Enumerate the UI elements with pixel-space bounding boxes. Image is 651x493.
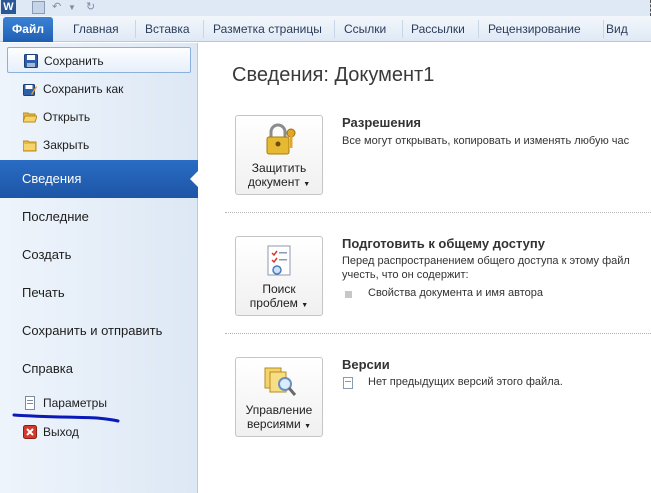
document-options-icon <box>25 396 35 410</box>
tab-separator <box>135 20 136 38</box>
prepare-sharing-section: Поиск проблем ▼ Подготовить к общему дос… <box>225 228 651 348</box>
nav-save-label: Сохранить <box>44 54 104 68</box>
tab-home[interactable]: Главная <box>73 16 119 42</box>
nav-new[interactable]: Создать <box>0 236 198 274</box>
check-for-issues-button[interactable]: Поиск проблем ▼ <box>235 236 323 316</box>
small-document-icon <box>343 377 353 389</box>
versions-text: Нет предыдущих версий этого файла. <box>368 376 563 388</box>
prepare-sharing-text1: Перед распространением общего доступа к … <box>342 255 630 267</box>
tab-page-layout[interactable]: Разметка страницы <box>213 16 322 42</box>
tab-insert[interactable]: Вставка <box>145 16 190 42</box>
padlock-key-icon <box>266 123 296 155</box>
red-x-icon <box>23 425 37 439</box>
word-app-icon[interactable]: W <box>1 0 16 14</box>
quick-access-toolbar: W ↶ ▼ ↻ <box>0 0 651 16</box>
undo-icon[interactable]: ↶ <box>52 1 61 14</box>
nav-recent[interactable]: Последние <box>0 198 198 236</box>
chevron-down-icon: ▼ <box>301 302 309 309</box>
nav-close[interactable]: Закрыть <box>7 132 191 158</box>
protect-document-line2: документ <box>247 175 300 189</box>
permissions-section: Защитить документ ▼ Разрешения Все могут… <box>225 107 651 227</box>
prepare-sharing-text2: учесть, что он содержит: <box>342 269 469 281</box>
versions-section: Управление версиями ▼ Версии Нет предыду… <box>225 349 651 469</box>
check-for-issues-line1: Поиск <box>262 282 296 296</box>
annotation-underline <box>12 413 120 423</box>
nav-save-as-label: Сохранить как <box>43 82 124 96</box>
protect-document-label: Защитить документ ▼ <box>236 161 322 192</box>
chevron-down-icon: ▼ <box>303 181 311 188</box>
permissions-text: Все могут открывать, копировать и изменя… <box>342 135 630 147</box>
floppy-disk-icon <box>24 54 38 68</box>
page-title: Сведения: Документ1 <box>232 64 435 86</box>
manage-versions-button[interactable]: Управление версиями ▼ <box>235 357 323 437</box>
prepare-sharing-heading: Подготовить к общему доступу <box>342 236 545 251</box>
tab-mailings[interactable]: Рассылки <box>411 16 465 42</box>
manage-versions-label: Управление версиями ▼ <box>236 403 322 434</box>
undo-dropdown-icon[interactable]: ▼ <box>68 1 76 14</box>
nav-options-label: Параметры <box>43 396 107 410</box>
nav-open-label: Открыть <box>43 110 91 124</box>
tab-separator <box>334 20 335 38</box>
section-divider <box>225 212 651 213</box>
tab-separator <box>203 20 204 38</box>
tab-separator <box>402 20 403 38</box>
versions-magnifier-icon <box>264 367 297 396</box>
prepare-bullet-item: Свойства документа и имя автора <box>342 287 543 299</box>
protect-document-line1: Защитить <box>251 161 307 175</box>
nav-info[interactable]: Сведения <box>0 160 198 198</box>
nav-save-send[interactable]: Сохранить и отправить <box>0 312 198 350</box>
nav-save-as[interactable]: Сохранить как <box>7 76 191 102</box>
manage-versions-line2: версиями <box>246 417 301 431</box>
nav-exit-label: Выход <box>43 425 79 439</box>
tab-view[interactable]: Вид <box>606 16 628 42</box>
floppy-disk-pencil-icon <box>23 84 37 96</box>
backstage-nav: Сохранить Сохранить как Открыть Закрыть … <box>0 43 198 493</box>
tab-separator <box>603 20 604 38</box>
permissions-heading: Разрешения <box>342 115 422 130</box>
redo-icon[interactable]: ↻ <box>86 1 95 14</box>
check-for-issues-label: Поиск проблем ▼ <box>236 282 322 313</box>
tab-references[interactable]: Ссылки <box>344 16 386 42</box>
folder-close-icon <box>23 140 37 152</box>
section-divider <box>225 333 651 334</box>
nav-save[interactable]: Сохранить <box>7 47 191 73</box>
nav-close-label: Закрыть <box>43 138 90 152</box>
prepare-bullet-text: Свойства документа и имя автора <box>368 287 543 299</box>
tab-separator <box>478 20 479 38</box>
versions-heading: Версии <box>342 357 390 372</box>
nav-open[interactable]: Открыть <box>7 104 191 130</box>
ribbon-tabs: Файл Главная Вставка Разметка страницы С… <box>0 16 651 42</box>
protect-document-button[interactable]: Защитить документ ▼ <box>235 115 323 195</box>
nav-print[interactable]: Печать <box>0 274 198 312</box>
tab-review[interactable]: Рецензирование <box>488 16 581 42</box>
tab-file[interactable]: Файл <box>3 17 53 42</box>
save-icon[interactable] <box>32 1 45 14</box>
bullet-square-icon <box>345 291 352 298</box>
manage-versions-line1: Управление <box>245 403 313 417</box>
nav-help[interactable]: Справка <box>0 350 198 388</box>
open-folder-icon <box>23 112 37 123</box>
chevron-down-icon: ▼ <box>304 423 312 430</box>
check-for-issues-line2: проблем <box>249 296 298 310</box>
checklist-inspect-icon <box>267 245 291 276</box>
versions-item: Нет предыдущих версий этого файла. <box>342 376 563 389</box>
